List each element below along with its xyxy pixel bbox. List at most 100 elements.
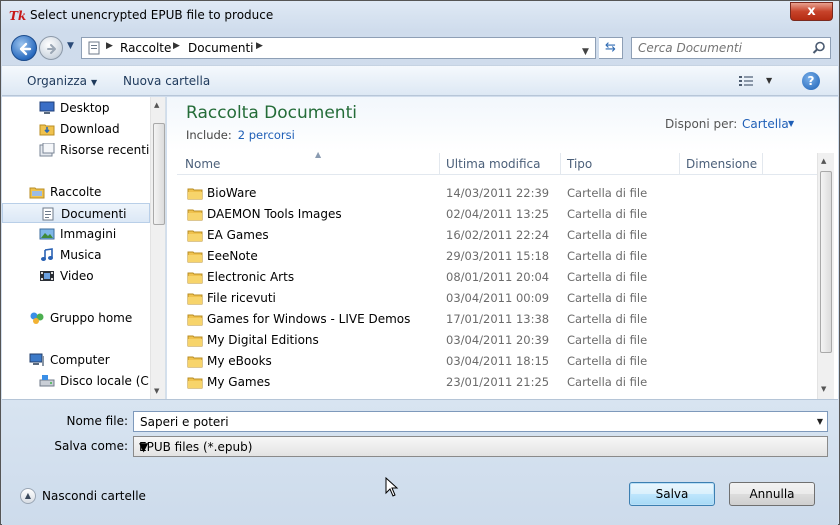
library-include: Include: 2 percorsi	[186, 128, 295, 142]
save-as-dropdown-icon[interactable]: ▼	[139, 440, 823, 454]
nav-item-pictures[interactable]: Immagini	[2, 224, 150, 244]
nav-label: Video	[60, 269, 94, 283]
file-name: My Digital Editions	[207, 333, 319, 347]
refresh-icon: ⇆	[605, 40, 616, 55]
libraries-icon	[29, 187, 45, 199]
organize-button[interactable]: Organizza ▼	[27, 74, 97, 88]
download-folder-icon	[39, 124, 55, 136]
arrange-by-dropdown[interactable]: Cartella	[742, 117, 789, 131]
file-name: File ricevuti	[207, 291, 276, 305]
search-icon[interactable]	[812, 41, 826, 55]
scroll-down-icon[interactable]: ▼	[154, 387, 159, 395]
nav-item-music[interactable]: Musica	[2, 245, 150, 265]
file-modified: 03/04/2011 18:15	[446, 354, 550, 368]
nav-label: Immagini	[60, 227, 117, 241]
file-type: Cartella di file	[567, 354, 648, 368]
recent-places-icon	[39, 143, 55, 157]
nav-item-recent-places[interactable]: Risorse recenti	[2, 140, 150, 160]
breadcrumb-separator-icon[interactable]: ▶	[256, 41, 263, 51]
table-row[interactable]: BioWare 14/03/2011 22:39 Cartella di file	[177, 183, 822, 204]
nav-label: Computer	[50, 353, 110, 367]
column-modified[interactable]: Ultima modifica	[446, 157, 541, 171]
sort-ascending-icon: ▲	[315, 150, 322, 159]
file-name: Games for Windows - LIVE Demos	[207, 312, 411, 326]
column-divider[interactable]	[762, 153, 763, 175]
table-row[interactable]: My Digital Editions 03/04/2011 20:39 Carte…	[177, 330, 822, 351]
search-input[interactable]	[636, 40, 806, 56]
file-modified: 29/03/2011 15:18	[446, 249, 550, 263]
nav-scrollbar[interactable]: ▲ ▼	[150, 97, 165, 399]
file-name: BioWare	[207, 186, 257, 200]
filename-input[interactable]	[138, 414, 798, 430]
column-divider[interactable]	[560, 153, 561, 175]
table-row[interactable]: My eBooks 03/04/2011 18:15 Cartella di fil…	[177, 351, 822, 372]
chevron-down-icon[interactable]: ▼	[788, 119, 794, 128]
nav-item-local-disk[interactable]: Disco locale (C:)	[2, 371, 158, 391]
nav-item-desktop[interactable]: Desktop	[2, 98, 150, 118]
address-bar[interactable]: ▶ Raccolte ▶ Documenti ▶ ▼	[81, 37, 596, 59]
table-row[interactable]: DAEMON Tools Images 02/04/2011 13:25 Carte…	[177, 204, 822, 225]
save-as-type-select[interactable]: EPUB files (*.epub) ▼	[133, 436, 828, 457]
navigation-pane: Desktop Download Risorse recenti Raccolt…	[2, 97, 166, 399]
nav-label: Gruppo home	[50, 311, 133, 325]
table-row[interactable]: EeeNote 29/03/2011 15:18 Cartella di file	[177, 246, 822, 267]
save-as-label: Salva come:	[54, 439, 128, 453]
column-name[interactable]: Nome	[185, 157, 220, 171]
tk-app-icon: Tk	[9, 9, 27, 23]
address-dropdown-icon[interactable]: ▼	[582, 47, 589, 57]
file-modified: 14/03/2011 22:39	[446, 186, 550, 200]
column-divider[interactable]	[439, 153, 440, 175]
help-button[interactable]: ?	[802, 72, 820, 90]
history-dropdown-icon[interactable]: ▼	[67, 41, 74, 51]
save-button[interactable]: Salva	[629, 482, 715, 506]
table-row[interactable]: My Games 23/01/2011 21:25 Cartella di file	[177, 372, 822, 393]
drive-icon	[39, 375, 55, 387]
breadcrumb-raccolte[interactable]: Raccolte	[120, 41, 171, 55]
filename-field[interactable]: ▼	[133, 411, 828, 432]
refresh-button[interactable]: ⇆	[599, 37, 623, 59]
file-type: Cartella di file	[567, 207, 648, 221]
file-list-scroll-thumb[interactable]	[820, 171, 832, 353]
nav-scroll-thumb[interactable]	[153, 123, 165, 225]
breadcrumb-separator-icon[interactable]: ▶	[106, 41, 113, 51]
close-button[interactable]: x	[790, 2, 833, 21]
breadcrumb-separator-icon[interactable]: ▶	[173, 41, 180, 51]
table-row[interactable]: EA Games 16/02/2011 22:24 Cartella di file	[177, 225, 822, 246]
scroll-up-icon[interactable]: ▲	[821, 157, 826, 165]
table-row[interactable]: Electronic Arts 08/01/2011 20:04 Cartella …	[177, 267, 822, 288]
help-icon: ?	[807, 74, 815, 88]
search-box[interactable]	[631, 37, 831, 59]
nav-item-libraries[interactable]: Raccolte	[2, 182, 150, 202]
nav-item-homegroup[interactable]: Gruppo home	[2, 308, 150, 328]
hide-folders-label: Nascondi cartelle	[42, 489, 146, 503]
column-header-row: ▲ Nome Ultima modifica Tipo Dimensione	[177, 150, 822, 175]
table-row[interactable]: File ricevuti 03/04/2011 00:09 Cartella di…	[177, 288, 822, 309]
column-size[interactable]: Dimensione	[686, 157, 757, 171]
view-dropdown-icon[interactable]: ▼	[766, 76, 772, 85]
include-locations-link[interactable]: 2 percorsi	[238, 128, 295, 142]
file-list-scrollbar[interactable]: ▲ ▼	[817, 153, 834, 399]
nav-item-video[interactable]: Video	[2, 266, 150, 286]
scroll-up-icon[interactable]: ▲	[154, 101, 159, 109]
view-options-icon[interactable]	[738, 75, 754, 87]
title-bar[interactable]: Tk Select unencrypted EPUB file to produ…	[1, 1, 839, 31]
new-folder-button[interactable]: Nuova cartella	[123, 74, 210, 88]
back-button[interactable]	[11, 35, 37, 61]
table-row[interactable]: Games for Windows - LIVE Demos 17/01/2011…	[177, 309, 822, 330]
cancel-button[interactable]: Annulla	[729, 482, 815, 506]
forward-button[interactable]	[39, 36, 63, 60]
scroll-down-icon[interactable]: ▼	[821, 385, 826, 393]
nav-item-download[interactable]: Download	[2, 119, 150, 139]
breadcrumb-documenti[interactable]: Documenti	[188, 41, 254, 55]
nav-label: Risorse recenti	[60, 143, 150, 157]
column-divider[interactable]	[679, 153, 680, 175]
filename-dropdown-icon[interactable]: ▼	[817, 417, 823, 426]
command-bar: Organizza ▼ Nuova cartella ▼ ?	[2, 65, 838, 96]
nav-label: Disco locale (C:)	[60, 374, 158, 388]
nav-item-computer[interactable]: Computer	[2, 350, 150, 370]
column-type[interactable]: Tipo	[567, 157, 592, 171]
nav-item-documents[interactable]: Documenti	[2, 203, 150, 223]
nav-label: Download	[60, 122, 120, 136]
folder-icon	[187, 272, 203, 284]
file-modified: 02/04/2011 13:25	[446, 207, 550, 221]
